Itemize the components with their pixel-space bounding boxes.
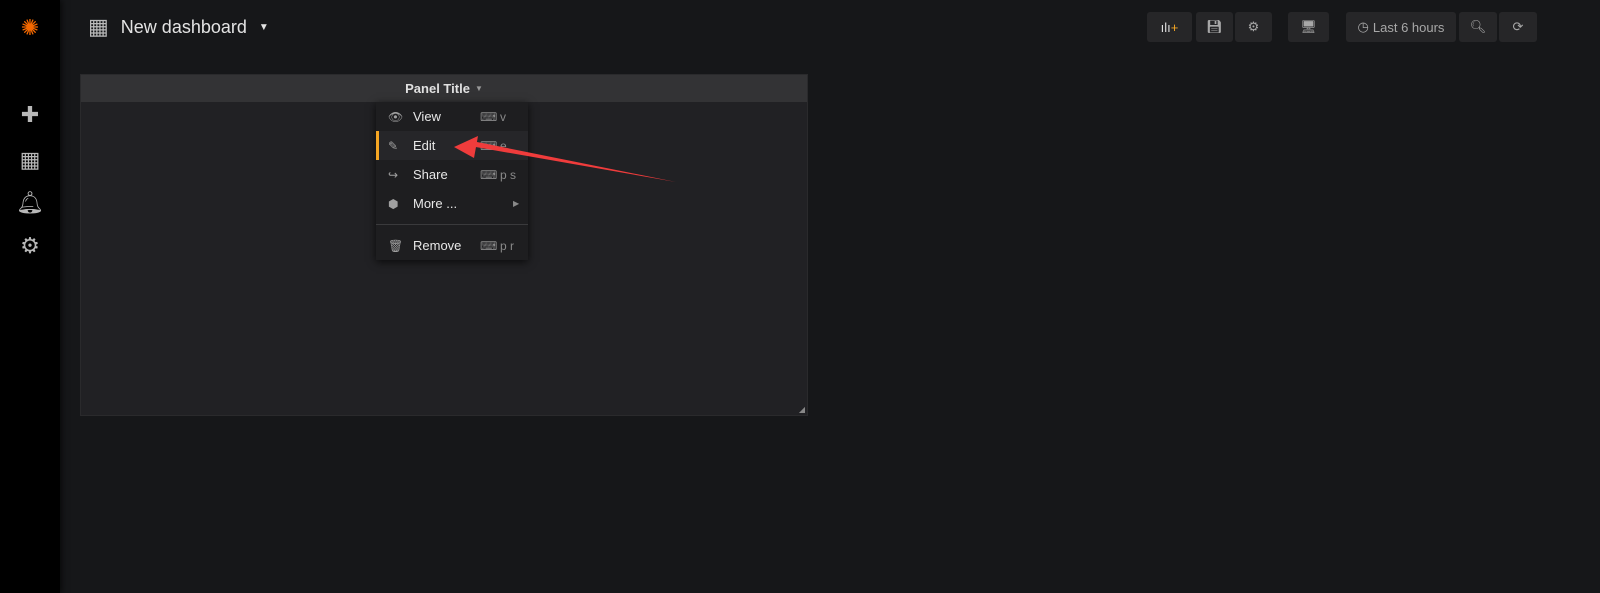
annotation-arrow [454,136,676,182]
